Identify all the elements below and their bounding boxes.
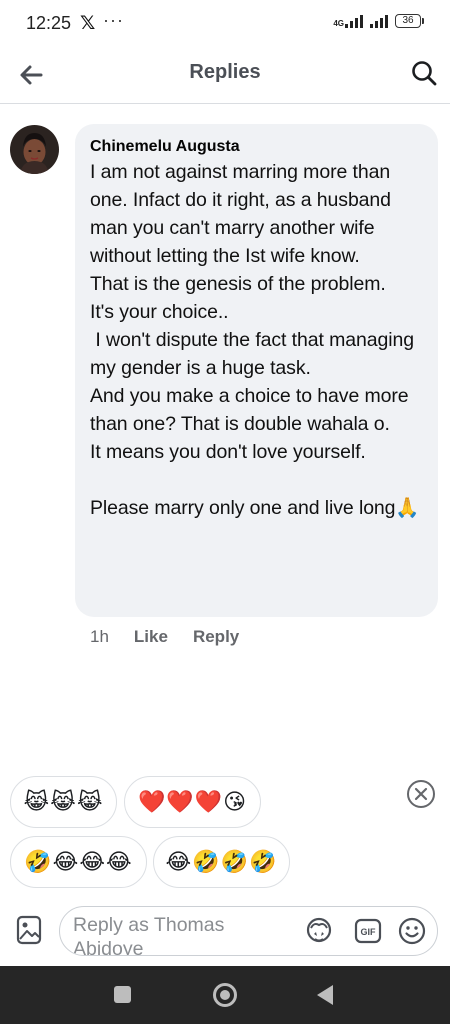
status-indicators: 4G 36 [333,14,424,28]
photo-icon[interactable] [16,915,42,945]
battery-cap [422,18,424,24]
system-nav-bar [0,966,450,1024]
reply-composer: Reply as Thomas Abidoye GIF [0,900,450,962]
page-title: Replies [189,61,261,83]
signal-icon-2 [370,14,388,28]
svg-text:GIF: GIF [361,927,377,937]
status-bar: 12:25 𝕏 ··· 4G 36 [0,0,450,46]
header: Replies [0,46,450,104]
network-type-label: 4G [333,18,344,28]
battery-level: 36 [395,14,421,28]
reply-input-placeholder: Reply as Thomas Abidoye [73,914,225,956]
search-icon[interactable] [410,59,438,87]
more-notifications-icon: ··· [103,10,124,30]
recents-icon[interactable] [114,986,131,1003]
emoji-chip-laughing[interactable]: 🤣😂😂😂 [10,836,147,888]
system-back-icon[interactable] [317,985,333,1005]
comment-time: 1h [90,627,109,646]
smile-icon[interactable] [398,917,426,945]
comment-author[interactable]: Chinemelu Augusta [90,138,423,156]
comment-actions: 1h Like Reply [90,627,239,647]
close-icon[interactable] [406,779,436,809]
emoji-chip-cat-laugh[interactable]: 😹😹😹 [10,776,117,828]
emoji-chip-rofl[interactable]: 😂🤣🤣🤣 [153,836,290,888]
emoji-chip-hearts-kiss[interactable]: ❤️❤️❤️😘 [124,776,261,828]
gif-icon[interactable]: GIF [354,917,382,945]
like-button[interactable]: Like [134,627,168,647]
reply-button[interactable]: Reply [193,627,239,647]
status-time: 12:25 [26,13,72,33]
signal-icon [345,14,363,28]
comment-text: I am not against marring more than one. … [90,161,420,519]
signal-4g: 4G [333,14,363,28]
comment-bubble: Chinemelu Augusta I am not against marri… [75,124,438,617]
x-app-icon: 𝕏 [80,12,96,34]
avatar-sticker-icon[interactable] [305,917,333,945]
battery-icon: 36 [395,14,424,28]
avatar[interactable] [10,125,59,174]
home-icon[interactable] [213,983,237,1007]
